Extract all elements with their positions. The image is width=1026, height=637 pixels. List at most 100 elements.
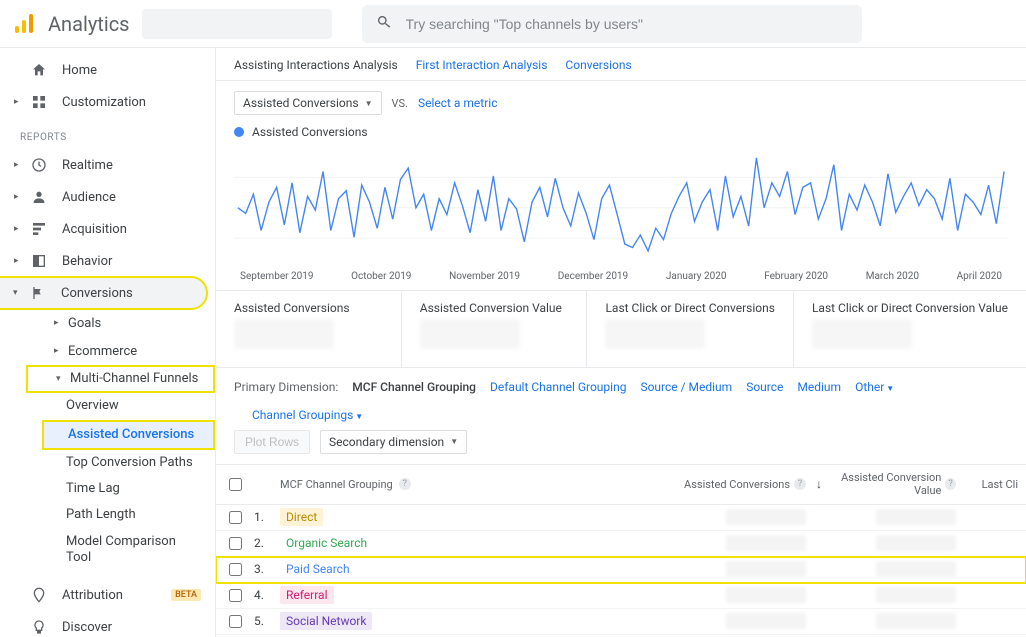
dimension-source[interactable]: Source <box>746 380 783 394</box>
sidebar-customization[interactable]: ▸ Customization <box>0 86 215 118</box>
scorecard-last-click[interactable]: Last Click or Direct Conversions <box>587 291 793 367</box>
sidebar-mcf-assisted[interactable]: Assisted Conversions <box>42 420 215 450</box>
table-row[interactable]: 5.Social Network <box>216 609 1026 635</box>
search-box[interactable] <box>362 5 862 43</box>
chevron-right-icon: ▸ <box>14 256 24 266</box>
tab-conversions[interactable]: Conversions <box>565 58 631 72</box>
line-chart <box>216 147 1026 271</box>
plot-rows-button: Plot Rows <box>234 430 310 454</box>
scorecard-last-click-value[interactable]: Last Click or Direct Conversion Value <box>794 291 1026 367</box>
caret-down-icon: ▼ <box>365 99 373 108</box>
dimension-active[interactable]: MCF Channel Grouping <box>352 380 476 394</box>
channel-chip[interactable]: Organic Search <box>280 534 373 552</box>
select-all-checkbox[interactable] <box>229 478 242 491</box>
sidebar-acquisition[interactable]: ▸ Acquisition <box>0 213 215 245</box>
sidebar-mcf-time-lag[interactable]: Time Lag <box>42 476 215 502</box>
help-icon[interactable]: ? <box>399 478 411 490</box>
sidebar-discover[interactable]: Discover <box>0 611 215 637</box>
search-icon <box>376 14 392 34</box>
tab-first-interaction[interactable]: First Interaction Analysis <box>416 58 548 72</box>
x-tick: February 2020 <box>764 271 828 282</box>
table-row[interactable]: 1.Direct <box>216 505 1026 531</box>
person-icon <box>30 188 48 206</box>
scorecard-assisted[interactable]: Assisted Conversions <box>216 291 402 367</box>
channel-chip[interactable]: Paid Search <box>280 560 356 578</box>
brand-title: Analytics <box>48 12 130 36</box>
sidebar-behavior[interactable]: ▸ Behavior <box>0 245 215 277</box>
scorecard-assisted-value[interactable]: Assisted Conversion Value <box>402 291 588 367</box>
home-icon <box>30 61 48 79</box>
table-row[interactable]: 2.Organic Search <box>216 531 1026 557</box>
acquisition-icon <box>30 220 48 238</box>
col-assisted[interactable]: Assisted Conversions <box>684 478 790 491</box>
tab-assisting[interactable]: Assisting Interactions Analysis <box>234 58 398 72</box>
sidebar-mcf-model-comp[interactable]: Model Comparison Tool <box>42 529 215 572</box>
dimension-source-medium[interactable]: Source / Medium <box>640 380 732 394</box>
table-row[interactable]: 4.Referral <box>216 583 1026 609</box>
metric-value <box>876 509 956 525</box>
app-header: Analytics <box>0 0 1026 48</box>
metric-value <box>726 561 806 577</box>
chevron-down-icon: ▾ <box>56 374 66 384</box>
channel-chip[interactable]: Direct <box>280 508 323 526</box>
dimension-other[interactable]: Other▼ <box>855 380 894 394</box>
sidebar-realtime[interactable]: ▸ Realtime <box>0 149 215 181</box>
chevron-right-icon: ▸ <box>54 346 64 356</box>
row-index: 3. <box>254 562 278 576</box>
sidebar-mcf[interactable]: ▾ Multi-Channel Funnels <box>26 365 215 393</box>
col-assisted-value[interactable]: Assisted Conversion Value <box>826 471 941 497</box>
x-tick: September 2019 <box>240 271 313 282</box>
chevron-down-icon: ▾ <box>13 288 23 298</box>
row-checkbox[interactable] <box>229 589 242 602</box>
main-content: Assisting Interactions Analysis First In… <box>216 48 1026 637</box>
account-selector[interactable] <box>142 9 332 39</box>
chevron-right-icon: ▸ <box>14 97 24 107</box>
x-tick: December 2019 <box>558 271 628 282</box>
chevron-right-icon: ▸ <box>14 192 24 202</box>
chevron-right-icon: ▸ <box>14 160 24 170</box>
data-table: MCF Channel Grouping ? Assisted Conversi… <box>216 464 1026 637</box>
flag-icon <box>29 284 47 302</box>
sidebar-conversions[interactable]: ▾ Conversions <box>0 277 207 309</box>
select-metric-link[interactable]: Select a metric <box>418 96 498 110</box>
row-checkbox[interactable] <box>229 615 242 628</box>
metric-value <box>876 587 956 603</box>
channel-chip[interactable]: Referral <box>280 586 334 604</box>
sidebar-goals[interactable]: ▸ Goals <box>26 309 215 337</box>
col-channel[interactable]: MCF Channel Grouping <box>280 478 393 491</box>
sidebar-attribution[interactable]: Attribution BETA <box>0 579 215 611</box>
sidebar-ecommerce[interactable]: ▸ Ecommerce <box>26 337 215 365</box>
x-tick: April 2020 <box>957 271 1002 282</box>
row-index: 5. <box>254 614 278 628</box>
sidebar-mcf-path-length[interactable]: Path Length <box>42 502 215 528</box>
help-icon[interactable]: ? <box>794 478 806 490</box>
sidebar-audience[interactable]: ▸ Audience <box>0 181 215 213</box>
sort-down-icon[interactable]: ↓ <box>816 477 822 491</box>
table-row[interactable]: 3.Paid Search <box>216 557 1026 583</box>
metric-value <box>726 535 806 551</box>
metric-value <box>726 587 806 603</box>
secondary-dimension-select[interactable]: Secondary dimension ▼ <box>320 430 467 454</box>
row-checkbox[interactable] <box>229 511 242 524</box>
sidebar-home[interactable]: Home <box>0 54 215 86</box>
vs-label: VS. <box>392 97 408 110</box>
col-last-click[interactable]: Last Cli <box>982 478 1018 491</box>
channel-chip[interactable]: Social Network <box>280 612 372 630</box>
dimension-channel-groupings[interactable]: Channel Groupings▼ <box>252 408 363 422</box>
beta-badge: BETA <box>171 589 201 601</box>
row-checkbox[interactable] <box>229 563 242 576</box>
help-icon[interactable]: ? <box>945 478 956 490</box>
metric-select[interactable]: Assisted Conversions ▼ <box>234 91 382 115</box>
legend-label: Assisted Conversions <box>252 125 368 139</box>
dimension-medium[interactable]: Medium <box>797 380 841 394</box>
search-input[interactable] <box>406 16 848 32</box>
metric-value <box>876 535 956 551</box>
sidebar-mcf-top-paths[interactable]: Top Conversion Paths <box>42 450 215 476</box>
attribution-icon <box>30 586 48 604</box>
dimension-default[interactable]: Default Channel Grouping <box>490 380 626 394</box>
x-tick: March 2020 <box>866 271 919 282</box>
x-tick: October 2019 <box>351 271 411 282</box>
row-index: 4. <box>254 588 278 602</box>
sidebar-mcf-overview[interactable]: Overview <box>42 393 215 419</box>
row-checkbox[interactable] <box>229 537 242 550</box>
